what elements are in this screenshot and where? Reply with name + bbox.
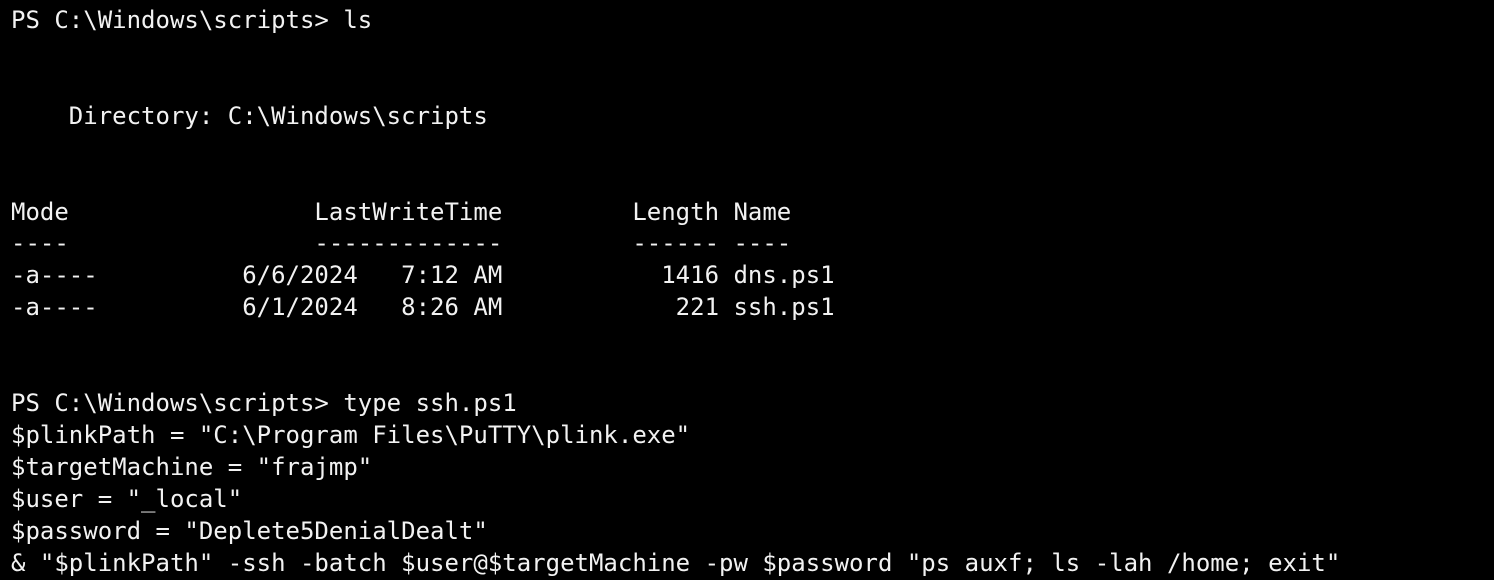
script-line: & "$plinkPath" -ssh -batch $user@$target… [11, 549, 1341, 577]
table-header-underline: ---- ------------- ------ ---- [11, 229, 792, 257]
table-header: Mode LastWriteTime Length Name [11, 198, 792, 226]
table-row: -a---- 6/1/2024 8:26 AM 221 ssh.ps1 [11, 293, 835, 321]
prompt-line-ls: PS C:\Windows\scripts> ls [11, 6, 373, 34]
script-line: $password = "Deplete5DenialDealt" [11, 517, 488, 545]
prompt-line-type: PS C:\Windows\scripts> type ssh.ps1 [11, 389, 517, 417]
script-line: $plinkPath = "C:\Program Files\PuTTY\pli… [11, 421, 691, 449]
script-line: $targetMachine = "frajmp" [11, 453, 373, 481]
script-line: $user = "_local" [11, 485, 243, 513]
directory-line: Directory: C:\Windows\scripts [11, 102, 488, 130]
table-row: -a---- 6/6/2024 7:12 AM 1416 dns.ps1 [11, 261, 835, 289]
terminal-window[interactable]: PS C:\Windows\scripts> ls Directory: C:\… [11, 0, 1491, 580]
